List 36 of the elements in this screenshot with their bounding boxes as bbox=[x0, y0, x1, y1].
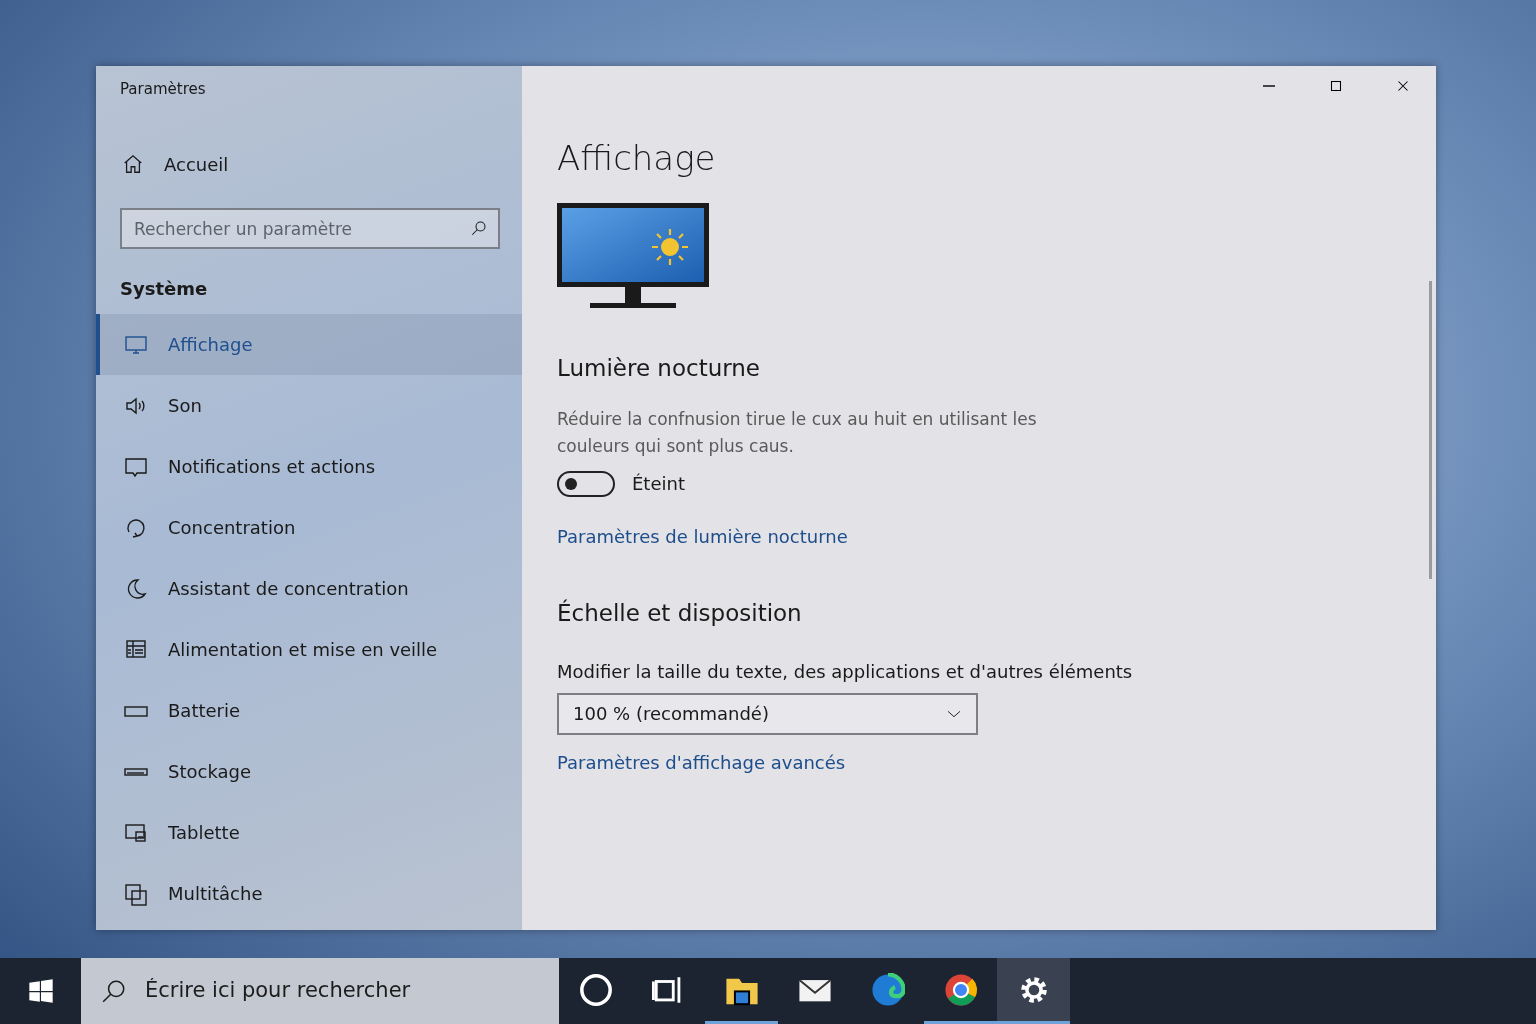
toggle-label: Éteint bbox=[632, 472, 685, 497]
sidebar-item[interactable]: Alimentation et mise en veille bbox=[96, 619, 522, 680]
section-heading: Lumière nocturne bbox=[557, 354, 761, 383]
sidebar-item[interactable]: Son bbox=[96, 375, 522, 436]
search-icon bbox=[470, 219, 488, 237]
scrollbar[interactable] bbox=[1429, 281, 1432, 579]
section-heading: Échelle et disposition bbox=[557, 600, 803, 628]
browser-icon bbox=[943, 972, 978, 1007]
page-title: Affichage bbox=[557, 138, 717, 179]
scale-dropdown[interactable]: 100 % (recommandé) bbox=[557, 693, 978, 735]
description-text: Réduire la confnusion tirue le cux au huit en utilisant les couleurs qui sont plus caus. bbox=[557, 408, 1038, 459]
drive-icon bbox=[124, 767, 148, 776]
settings-link[interactable]: Paramètres d'affichage avancés bbox=[557, 749, 846, 776]
field-label: Modifier la taille du texte, des applications et d'autres éléments bbox=[557, 660, 1134, 684]
home-icon bbox=[122, 153, 144, 175]
swirl-icon bbox=[870, 972, 905, 1007]
windows-logo-icon bbox=[26, 977, 55, 1005]
sidebar-item[interactable]: Tablette bbox=[96, 802, 522, 863]
window-title: Paramètres bbox=[119, 79, 207, 100]
sidebar-item[interactable]: Assistant de concentration bbox=[96, 558, 522, 619]
settings-link[interactable]: Paramètres de lumière nocturne bbox=[557, 523, 848, 551]
taskbar-app-button[interactable] bbox=[997, 958, 1070, 1024]
taskbar-search-field[interactable]: Écrire ici pour rechercher bbox=[81, 958, 559, 1024]
circle-icon bbox=[578, 972, 613, 1007]
home-link[interactable]: Accueil bbox=[96, 130, 522, 198]
minimize-icon bbox=[1262, 85, 1275, 87]
sidebar-item[interactable]: Affichage bbox=[96, 314, 522, 375]
sidebar-item[interactable]: Concentration bbox=[96, 497, 522, 558]
search-field[interactable]: Rechercher un paramètre bbox=[120, 208, 500, 249]
sidebar-item[interactable]: Stockage bbox=[96, 741, 522, 802]
sidebar-item[interactable]: Notifications et actions bbox=[96, 436, 522, 497]
sidebar-item[interactable]: Multitâche bbox=[96, 863, 522, 924]
multitask-icon bbox=[124, 881, 148, 906]
section-heading: Système bbox=[119, 277, 209, 301]
sidebar-item[interactable]: Batterie bbox=[96, 680, 522, 741]
toggle-switch[interactable] bbox=[557, 470, 615, 497]
